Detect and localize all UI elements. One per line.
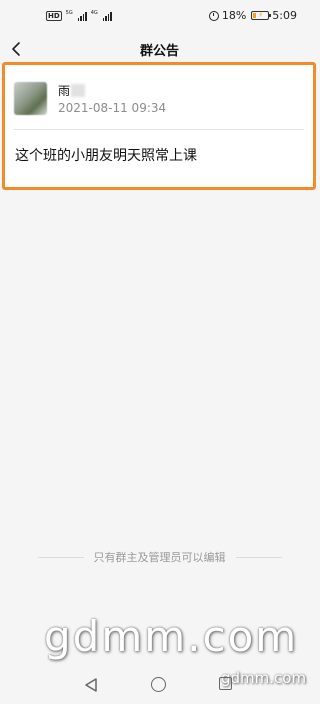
- divider: [14, 129, 304, 130]
- system-navigation-bar: [0, 668, 319, 704]
- network-type-1: 5G: [65, 10, 73, 16]
- status-bar: HD 5G 4G 18% ⚡ 5:09: [0, 0, 319, 34]
- post-timestamp: 2021-08-11 09:34: [58, 101, 167, 115]
- divider: [37, 556, 84, 558]
- announcement-card: 雨 2021-08-11 09:34 这个班的小朋友明天照常上课: [2, 62, 316, 190]
- network-type-2: 4G: [90, 10, 98, 16]
- clock: 5:09: [272, 9, 297, 22]
- nav-home-icon[interactable]: [151, 677, 166, 692]
- system-indicators: 18% ⚡ 5:09: [208, 9, 297, 22]
- author-name-text: 雨: [58, 84, 71, 98]
- watermark-large: gdmm.com: [44, 612, 299, 661]
- avatar: [14, 82, 47, 115]
- nav-recent-apps-icon[interactable]: [219, 677, 232, 690]
- network-indicators: HD 5G 4G: [46, 11, 112, 21]
- nav-back-icon[interactable]: [84, 677, 98, 693]
- alarm-icon: [208, 10, 219, 21]
- author-name: 雨: [58, 82, 86, 99]
- hd-badge: HD: [46, 11, 62, 21]
- note-text: 只有群主及管理员可以编辑: [93, 551, 226, 564]
- page-title: 群公告: [139, 44, 179, 59]
- signal-icon: [102, 12, 112, 21]
- signal-icon: [77, 12, 87, 21]
- app-header: 群公告: [0, 34, 319, 64]
- announcement-content: 这个班的小朋友明天照常上课: [15, 148, 197, 164]
- battery-percent: 18%: [221, 9, 247, 22]
- divider: [235, 556, 282, 558]
- edit-permission-note: 只有群主及管理员可以编辑: [0, 549, 319, 565]
- battery-icon: ⚡: [251, 11, 272, 20]
- name-redaction: [71, 84, 86, 97]
